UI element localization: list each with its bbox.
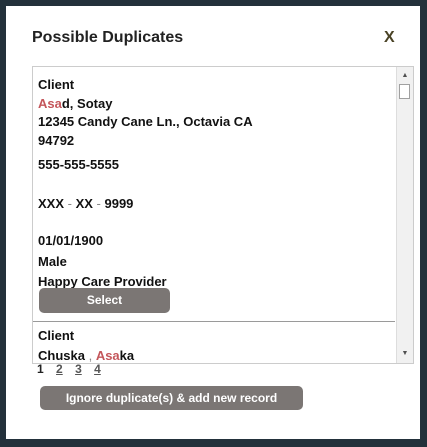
name-separator: , (84, 348, 96, 363)
duplicates-list-content: Client Asad, Sotay 12345 Candy Cane Ln.,… (33, 67, 395, 363)
name-match-highlight: Asa (95, 348, 120, 363)
scrollbar-thumb[interactable] (399, 84, 410, 99)
client-name: Chuska , Asaka (38, 348, 134, 363)
duplicates-list[interactable]: Client Asad, Sotay 12345 Candy Cane Ln.,… (32, 66, 414, 364)
ssn-separator: - (92, 196, 105, 211)
ssn-part-3: 9999 (104, 196, 134, 211)
current-page: 1 (37, 362, 44, 376)
ssn-part-2: XX (75, 196, 93, 211)
scroll-down-icon[interactable]: ▼ (397, 347, 413, 361)
address-line-1: 12345 Candy Cane Ln., Octavia CA (38, 114, 253, 129)
ssn-separator: - (64, 196, 76, 211)
possible-duplicates-dialog: Possible Duplicates X Client Asad, Sotay… (6, 6, 420, 439)
name-rest: ka (119, 348, 135, 363)
record-heading: Client (38, 328, 75, 343)
record-heading: Client (38, 77, 75, 92)
name-rest: d, Sotay (61, 96, 113, 111)
vertical-scrollbar[interactable]: ▲ ▼ (396, 67, 413, 363)
duplicate-record: Client Asad, Sotay 12345 Candy Cane Ln.,… (33, 67, 395, 322)
name-part: Chuska (38, 348, 85, 363)
name-match-highlight: Asa (38, 96, 62, 111)
select-button[interactable]: Select (39, 288, 170, 313)
date-of-birth: 01/01/1900 (38, 233, 104, 248)
ignore-duplicates-button[interactable]: Ignore duplicate(s) & add new record (40, 386, 303, 410)
care-provider: Happy Care Provider (38, 274, 167, 289)
ssn: XXX - XX - 9999 (38, 196, 133, 211)
scroll-up-icon[interactable]: ▲ (397, 69, 413, 83)
pagination: 1 2 3 4 (37, 362, 110, 376)
gender: Male (38, 254, 67, 269)
page-link-3[interactable]: 3 (75, 362, 82, 376)
page-link-4[interactable]: 4 (94, 362, 101, 376)
dialog-title: Possible Duplicates (32, 29, 184, 46)
client-name: Asad, Sotay (38, 96, 112, 111)
ssn-part-1: XXX (38, 196, 65, 211)
duplicate-record: Client Chuska , Asaka (33, 322, 395, 363)
close-button[interactable]: X (384, 29, 395, 47)
phone-number: 555-555-5555 (38, 157, 119, 172)
address-line-2: 94792 (38, 133, 75, 148)
page-link-2[interactable]: 2 (56, 362, 63, 376)
